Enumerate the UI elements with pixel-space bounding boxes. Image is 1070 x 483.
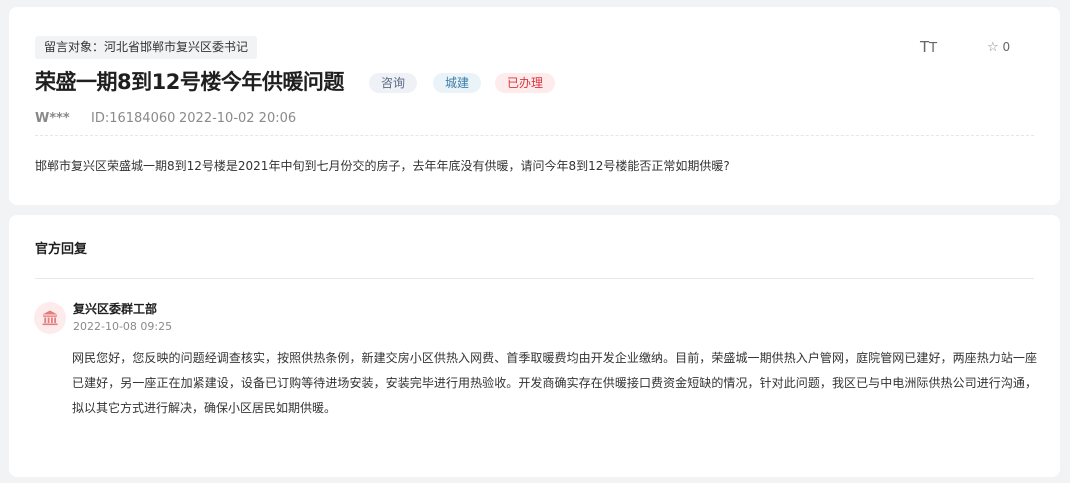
font-size-icon: T	[920, 38, 930, 56]
tag-urban-construction: 城建	[433, 73, 482, 93]
message-card: 留言对象：河北省邯郸市复兴区委书记 荣盛一期8到12号楼今年供暖问题 咨询 城建…	[9, 7, 1060, 205]
star-icon: ☆	[987, 40, 999, 55]
author-name: W***	[35, 111, 70, 126]
divider	[35, 135, 1034, 136]
reply-time: 2022-10-08 09:25	[73, 320, 173, 333]
message-content: 邯郸市复兴区荣盛城一期8到12号楼是2021年中旬到七月份交的房子，去年年底没有…	[35, 159, 730, 173]
favorite-count: 0	[1002, 40, 1011, 54]
message-time: 2022-10-02 20:06	[179, 111, 297, 126]
government-building-icon	[34, 302, 66, 334]
reply-heading: 官方回复	[35, 242, 88, 257]
reply-body: 网民您好，您反映的问题经调查核实，按照供热条例，新建交房小区供热入网费、首季取暖…	[72, 351, 1037, 415]
font-size-button[interactable]: TT	[920, 39, 937, 57]
official-reply-card: 官方回复 复兴区委群工部 2022-10-08 09:25 网民您好，您反映的问…	[9, 215, 1060, 477]
tag-consult: 咨询	[369, 73, 418, 93]
favorite-button[interactable]: ☆ 0	[987, 39, 1010, 56]
recipient-label: 留言对象：河北省邯郸市复兴区委书记	[35, 36, 258, 59]
tag-status-handled: 已办理	[495, 73, 556, 93]
department-name: 复兴区委群工部	[73, 302, 158, 316]
message-title: 荣盛一期8到12号楼今年供暖问题	[35, 70, 344, 94]
divider	[35, 278, 1034, 279]
message-id: ID:16184060	[91, 111, 176, 126]
